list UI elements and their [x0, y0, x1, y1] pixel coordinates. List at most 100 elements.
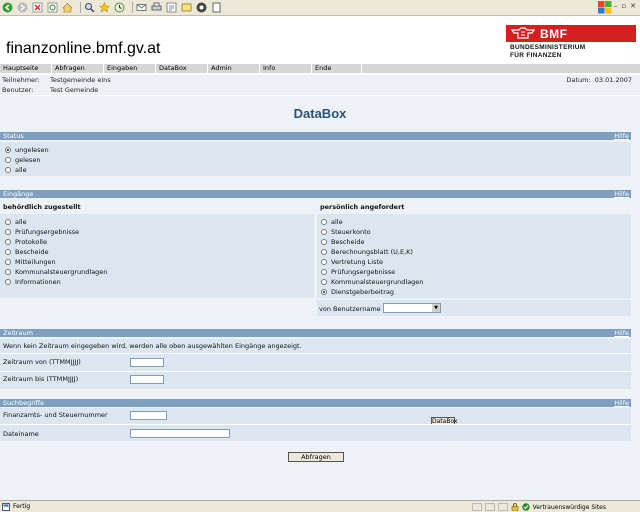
persoenlich-radio-steuerkonto[interactable]: Steuerkonto — [321, 227, 631, 237]
persoenlich-radio-bescheide[interactable]: Bescheide — [321, 237, 631, 247]
status-help-link[interactable]: Hilfe — [614, 132, 629, 140]
persoenlich-heading: persönlich angefordert — [320, 203, 405, 211]
radio-unchecked[interactable] — [5, 239, 11, 245]
radio-unchecked[interactable] — [321, 219, 327, 225]
persoenlich-radio-berechnungsblatt[interactable]: Berechnungsblatt (U,E,K) — [321, 247, 631, 257]
research-icon[interactable] — [211, 2, 222, 13]
restore-icon[interactable]: ▫ — [621, 2, 626, 10]
toolbar-separator — [80, 2, 81, 13]
behoerdlich-radio-protokolle[interactable]: Protokolle — [5, 237, 314, 247]
radio-unchecked[interactable] — [5, 279, 11, 285]
radio-unchecked[interactable] — [321, 249, 327, 255]
browser-statusbar: Fertig Vertrauenswürdige Sites — [0, 500, 640, 512]
behoerdlich-radio-informationen[interactable]: Informationen — [5, 277, 314, 287]
dateiname-label: Dateiname — [3, 430, 39, 438]
persoenlich-radio-vertretung-liste[interactable]: Vertretung Liste — [321, 257, 631, 267]
zeitraum-von-input[interactable] — [130, 358, 164, 367]
forward-icon[interactable] — [17, 2, 28, 13]
radio-unchecked[interactable] — [321, 269, 327, 275]
radio-unchecked[interactable] — [321, 259, 327, 265]
persoenlich-radio-kommunalsteuergrundlagen[interactable]: Kommunalsteuergrundlagen — [321, 277, 631, 287]
favorites-star-icon[interactable] — [99, 2, 110, 13]
steuernummer-input[interactable] — [130, 411, 167, 420]
suchbegriffe-section-header: Suchbegriffe Hilfe — [0, 399, 631, 407]
home-icon[interactable] — [62, 2, 73, 13]
nav-item-admin[interactable]: Admin — [208, 64, 260, 73]
radio-unchecked[interactable] — [5, 269, 11, 275]
mail-icon[interactable] — [136, 2, 147, 13]
radio-unchecked[interactable] — [321, 279, 327, 285]
behoerdlich-radio-mitteilungen[interactable]: Mitteilungen — [5, 257, 314, 267]
persoenlich-radio-alle[interactable]: alle — [321, 217, 631, 227]
status-radio-alle[interactable]: alle — [5, 165, 631, 175]
zeitraum-bis-input[interactable] — [130, 375, 164, 384]
toolbar-separator — [132, 2, 133, 13]
radio-unchecked[interactable] — [5, 259, 11, 265]
lock-icon — [511, 503, 518, 511]
eingaenge-help-link[interactable]: Hilfe — [614, 190, 629, 198]
statusbar-cell — [484, 503, 495, 511]
von-benutzername-label: von Benutzername — [319, 305, 381, 313]
nav-item-abfragen[interactable]: Abfragen — [52, 64, 104, 73]
statusbar-left: Fertig — [2, 502, 30, 511]
dateiname-row: Dateiname — [0, 425, 631, 441]
radio-unchecked[interactable] — [5, 229, 11, 235]
stop-icon[interactable] — [32, 2, 43, 13]
dateiname-input[interactable] — [130, 429, 230, 438]
nav-item-eingaben[interactable]: Eingaben — [104, 64, 156, 73]
radio-unchecked[interactable] — [5, 167, 11, 173]
von-benutzername-select[interactable]: ▼ — [383, 303, 441, 313]
persoenlich-radio-dienstgeberbeitrag[interactable]: Dienstgeberbeitrag — [321, 287, 631, 297]
radio-checked[interactable] — [5, 147, 11, 153]
ministry-name: BUNDESMINISTERIUM FÜR FINANZEN — [510, 44, 586, 59]
chevron-down-icon[interactable]: ▼ — [432, 304, 440, 312]
radio-unchecked[interactable] — [5, 219, 11, 225]
steuernummer-row: Finanzamts- und Steuernummer DataBox — [0, 408, 631, 425]
edit-icon[interactable] — [166, 2, 177, 13]
zeitraum-note: Wenn kein Zeitraum eingegeben wird, werd… — [3, 342, 302, 350]
zeitraum-section-header: Zeitraum Hilfe — [0, 329, 631, 337]
nav-item-info[interactable]: Info — [260, 64, 312, 73]
radio-checked[interactable] — [321, 289, 327, 295]
main-nav: Hauptseite Abfragen Eingaben DataBox Adm… — [0, 64, 640, 73]
status-section-header: Status Hilfe — [0, 132, 631, 140]
refresh-icon[interactable] — [47, 2, 58, 13]
page-title: DataBox — [293, 106, 347, 121]
zeitraum-von-label: Zeitraum von (TTMMJJJJ) — [3, 358, 81, 366]
radio-unchecked[interactable] — [5, 157, 11, 163]
status-radio-gelesen[interactable]: gelesen — [5, 155, 631, 165]
radio-unchecked[interactable] — [321, 239, 327, 245]
nav-item-hauptseite[interactable]: Hauptseite — [0, 64, 52, 73]
nav-item-ende[interactable]: Ende — [312, 64, 362, 73]
behoerdlich-radio-kommunalsteuergrundlagen[interactable]: Kommunalsteuergrundlagen — [5, 267, 314, 277]
close-icon[interactable]: ✕ — [630, 2, 636, 10]
zeitraum-help-link[interactable]: Hilfe — [614, 329, 629, 337]
search-icon[interactable] — [84, 2, 95, 13]
back-icon[interactable] — [2, 2, 13, 13]
history-icon[interactable] — [114, 2, 125, 13]
behoerdlich-panel: alle Prüfungsergebnisse Protokolle Besch… — [0, 214, 314, 298]
zeitraum-note-row: Wenn kein Zeitraum eingegeben wird, werd… — [0, 339, 631, 353]
benutzer-row: Benutzer: Test Gemeinde — [2, 86, 99, 94]
behoerdlich-radio-pruefungsergebnisse[interactable]: Prüfungsergebnisse — [5, 227, 314, 237]
radio-unchecked[interactable] — [321, 229, 327, 235]
behoerdlich-radio-bescheide[interactable]: Bescheide — [5, 247, 314, 257]
radio-unchecked[interactable] — [5, 249, 11, 255]
abfragen-submit-button[interactable]: Abfragen — [288, 452, 344, 462]
nav-item-databox[interactable]: DataBox — [156, 64, 208, 73]
statusbar-cell — [497, 503, 508, 511]
messenger-icon[interactable] — [196, 2, 207, 13]
status-radio-ungelesen[interactable]: ungelesen — [5, 145, 631, 155]
zeitraum-von-row: Zeitraum von (TTMMJJJJ) — [0, 354, 631, 371]
print-icon[interactable] — [151, 2, 162, 13]
discuss-icon[interactable] — [181, 2, 192, 13]
persoenlich-radio-pruefungsergebnisse[interactable]: Prüfungsergebnisse — [321, 267, 631, 277]
statusbar-right: Vertrauenswürdige Sites — [471, 503, 606, 511]
status-panel: ungelesen gelesen alle — [0, 142, 631, 176]
browser-toolbar: – ▫ ✕ — [0, 0, 640, 16]
minimize-icon[interactable]: – — [614, 2, 618, 10]
behoerdlich-radio-alle[interactable]: alle — [5, 217, 314, 227]
suchbegriffe-help-link[interactable]: Hilfe — [614, 399, 629, 407]
teilnehmer-row: Teilnehmer: Testgemeinde eins — [2, 76, 111, 84]
main-content: DataBox Status Hilfe ungelesen gelesen a… — [0, 96, 640, 500]
